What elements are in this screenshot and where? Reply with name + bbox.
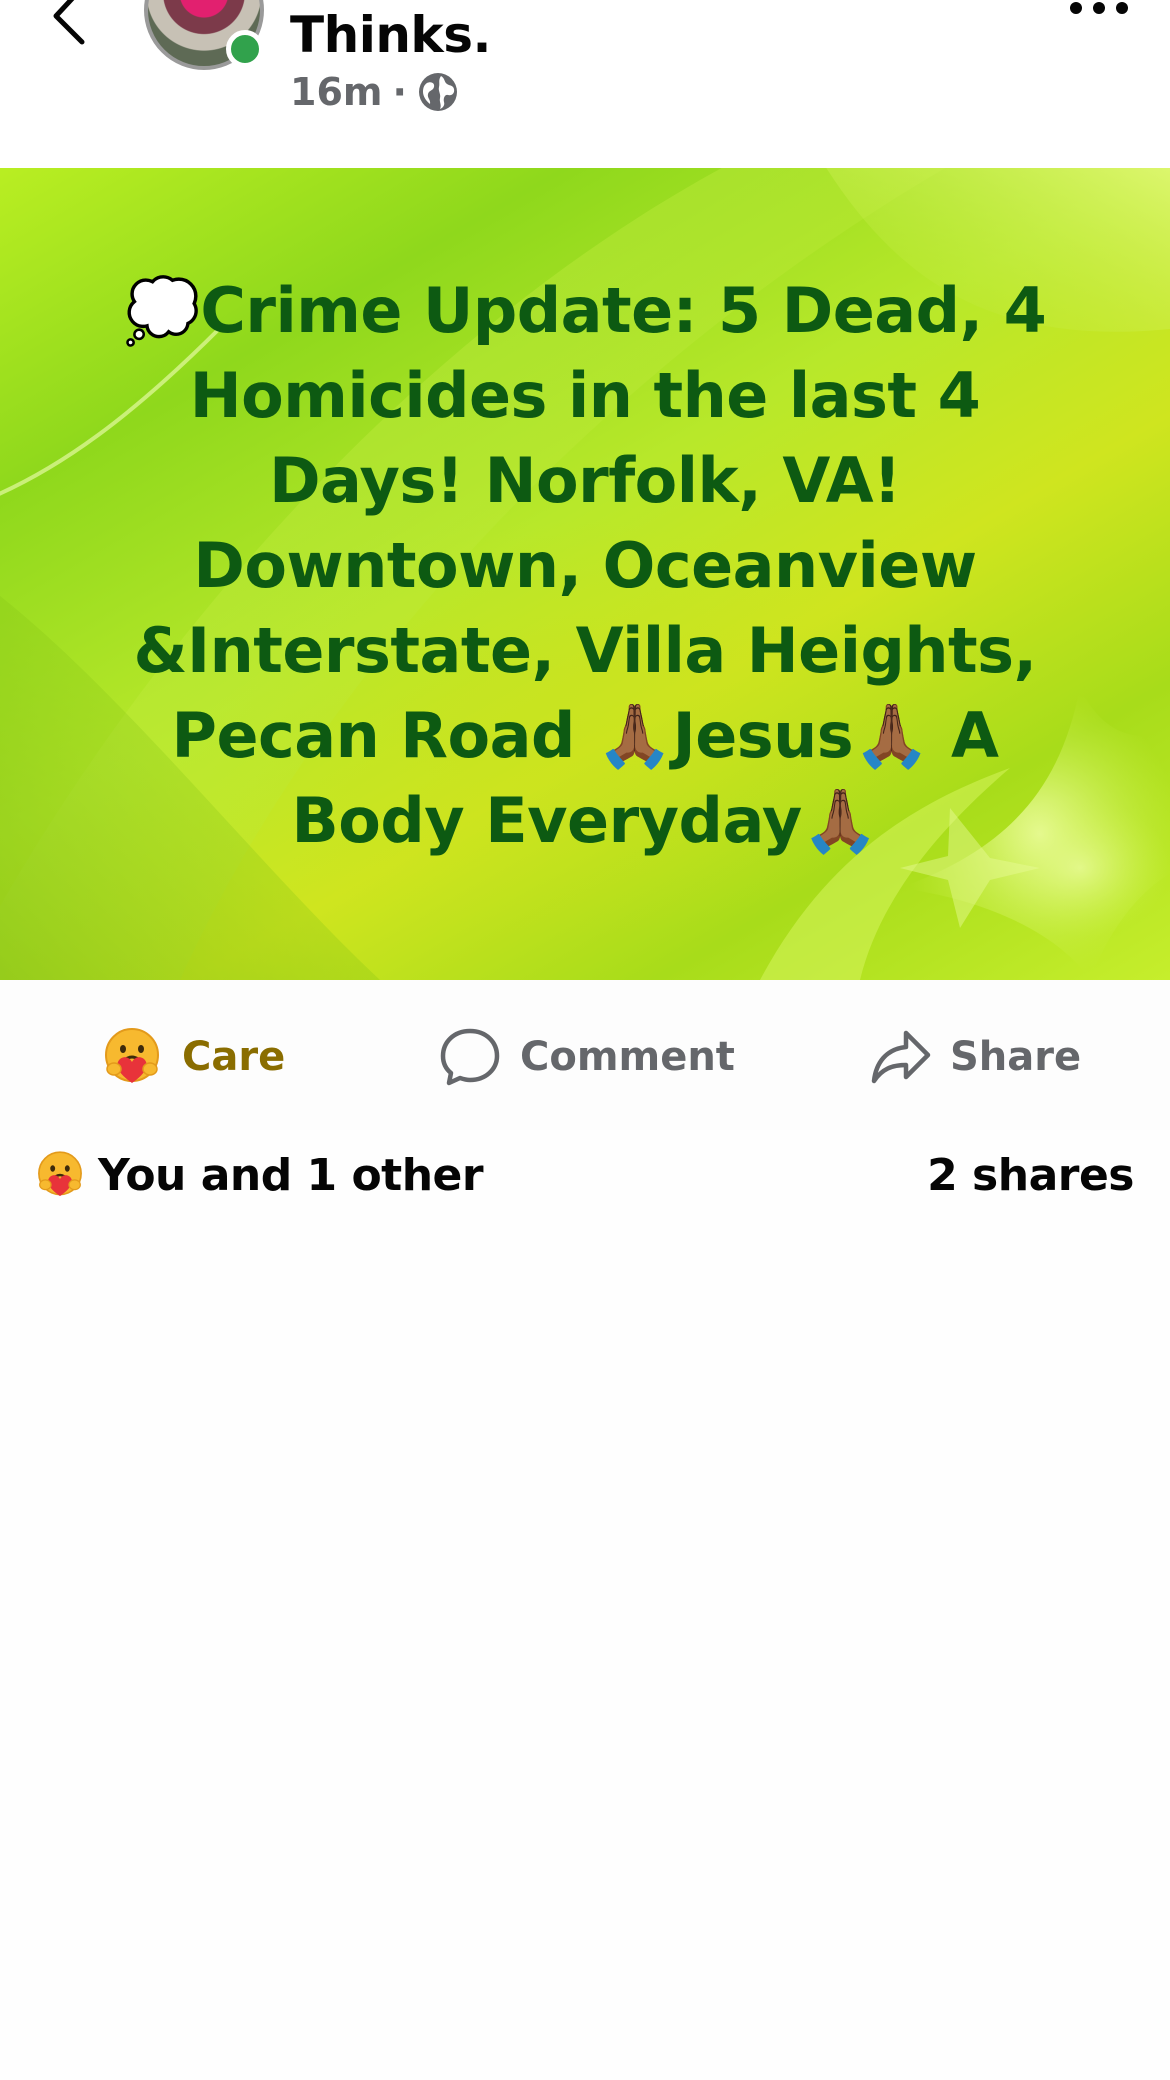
chevron-left-icon xyxy=(53,0,85,45)
post-background-card[interactable]: 💭Crime Update: 5 Dead, 4 Homicides in th… xyxy=(0,168,1170,980)
online-status-dot xyxy=(226,30,264,68)
comment-bubble-icon xyxy=(440,1028,500,1086)
comment-button-label: Comment xyxy=(520,1034,735,1080)
more-options-button[interactable] xyxy=(1064,0,1134,26)
reactions-count[interactable]: You and 1 other xyxy=(34,1140,484,1210)
back-button[interactable] xyxy=(40,0,100,50)
care-emoji-icon xyxy=(38,1151,82,1197)
share-button[interactable]: Share xyxy=(868,1022,1081,1092)
care-reaction-button[interactable]: Care xyxy=(100,1022,285,1092)
post-text: 💭Crime Update: 5 Dead, 4 Homicides in th… xyxy=(123,274,1047,857)
meta-separator: · xyxy=(392,70,407,114)
post-header: Thinks. 16m · xyxy=(0,0,1170,168)
share-button-label: Share xyxy=(950,1034,1082,1080)
comment-button[interactable]: Comment xyxy=(438,1022,735,1092)
reactions-text: You and 1 other xyxy=(98,1149,484,1201)
share-arrow-icon xyxy=(871,1030,931,1084)
post-timestamp[interactable]: 16m xyxy=(290,70,382,114)
globe-icon xyxy=(418,73,457,111)
post-action-bar: Care Comment Share xyxy=(0,980,1170,1130)
care-emoji-icon xyxy=(105,1028,159,1083)
care-button-label: Care xyxy=(182,1034,286,1080)
author-name[interactable]: Thinks. xyxy=(290,4,491,66)
post-meta: 16m · xyxy=(290,68,459,116)
more-horizontal-icon xyxy=(1070,2,1128,14)
author-avatar[interactable] xyxy=(144,0,264,70)
shares-count[interactable]: 2 shares xyxy=(927,1140,1134,1210)
reactions-summary: You and 1 other 2 shares xyxy=(0,1130,1170,1220)
